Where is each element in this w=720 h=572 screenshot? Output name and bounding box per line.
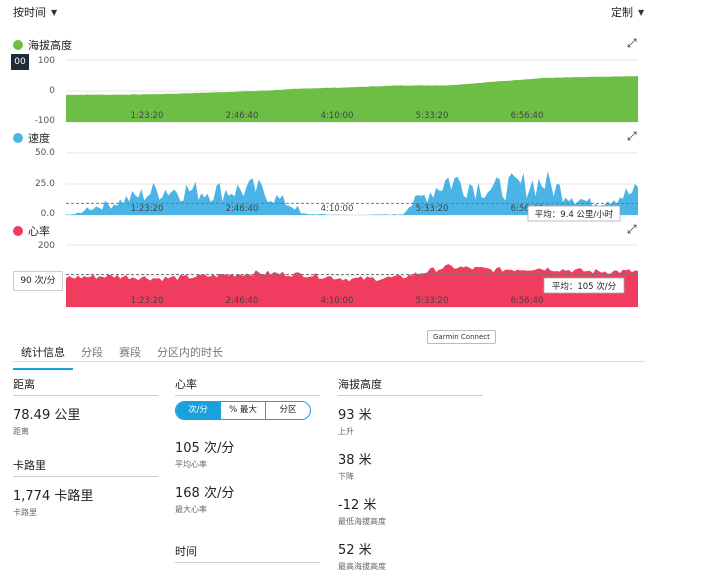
x-tick-label: 2:46:40 <box>226 296 259 306</box>
hr-unit-percent-max[interactable]: % 最大 <box>220 402 265 419</box>
x-tick-label: 5:33:20 <box>416 296 449 306</box>
calories-value: 1,774 卡路里 <box>13 489 94 504</box>
elevation-gain-label: 上升 <box>338 427 354 436</box>
tab-laps[interactable]: 分段 <box>73 336 111 370</box>
tabs-divider <box>13 361 645 362</box>
x-tick-label: 2:46:40 <box>226 111 259 121</box>
elevation-loss-label: 下降 <box>338 472 354 481</box>
x-tick-label: 2:46:40 <box>226 204 259 214</box>
x-tick-label: 4:10:00 <box>321 204 354 214</box>
hr-unit-bpm[interactable]: 次/分 <box>176 402 220 419</box>
x-tick-label: 4:10:00 <box>321 111 354 121</box>
min-elevation-value: -12 米 <box>338 498 377 513</box>
heart-rate-section: 心率 次/分 % 最大 分区 105 次/分 平均心率 168 次/分 最大心率 <box>175 376 320 515</box>
activity-charts[interactable]: 1:23:20 2:46:40 4:10:00 5:33:20 6:56:40 1:23:… <box>0 0 720 320</box>
elevation-section: 海拔高度 93 米 上升 38 米 下降 -12 米 最低海拔高度 52 米 最… <box>338 376 483 572</box>
tab-segments[interactable]: 赛段 <box>111 336 149 370</box>
elevation-gain-value: 93 米 <box>338 408 372 423</box>
calories-section: 卡路里 1,774 卡路里 卡路里 <box>13 457 158 518</box>
garmin-connect-label: Garmin Connect <box>427 330 496 344</box>
distance-value: 78.49 公里 <box>13 408 81 423</box>
elevation-loss-value: 38 米 <box>338 453 372 468</box>
avg-hr-value: 105 次/分 <box>175 441 235 456</box>
calories-heading: 卡路里 <box>13 457 158 477</box>
x-tick-label: 5:33:20 <box>416 111 449 121</box>
max-hr-label: 最大心率 <box>175 505 207 514</box>
min-elevation-label: 最低海拔高度 <box>338 517 386 526</box>
time-heading: 时间 <box>175 543 320 563</box>
x-tick-label: 4:10:00 <box>321 296 354 306</box>
calories-label: 卡路里 <box>13 508 37 517</box>
speed-average-label: 平均：9.4 公里/小时 <box>535 209 614 220</box>
x-tick-label: 6:56:40 <box>511 111 544 121</box>
tab-stats[interactable]: 统计信息 <box>13 336 73 370</box>
max-elevation-value: 52 米 <box>338 543 372 558</box>
distance-heading: 距离 <box>13 376 158 396</box>
heart-rate-heading: 心率 <box>175 376 320 396</box>
avg-hr-label: 平均心率 <box>175 460 207 469</box>
hr-unit-zones[interactable]: 分区 <box>265 402 310 419</box>
tab-time-in-zones[interactable]: 分区内的时长 <box>149 336 231 370</box>
distance-section: 距离 78.49 公里 距离 <box>13 376 158 437</box>
x-tick-label: 1:23:20 <box>131 204 164 214</box>
max-hr-value: 168 次/分 <box>175 486 235 501</box>
hr-average-label: 平均：105 次/分 <box>552 281 617 292</box>
x-tick-label: 1:23:20 <box>131 111 164 121</box>
x-tick-label: 5:33:20 <box>416 204 449 214</box>
distance-label: 距离 <box>13 427 29 436</box>
stats-tabs: 统计信息 分段 赛段 分区内的时长 <box>13 336 231 370</box>
time-section: 时间 <box>175 543 320 563</box>
x-tick-label: 1:23:20 <box>131 296 164 306</box>
x-tick-label: 6:56:40 <box>511 296 544 306</box>
elevation-heading: 海拔高度 <box>338 376 483 396</box>
hr-unit-toggle: 次/分 % 最大 分区 <box>175 401 311 420</box>
